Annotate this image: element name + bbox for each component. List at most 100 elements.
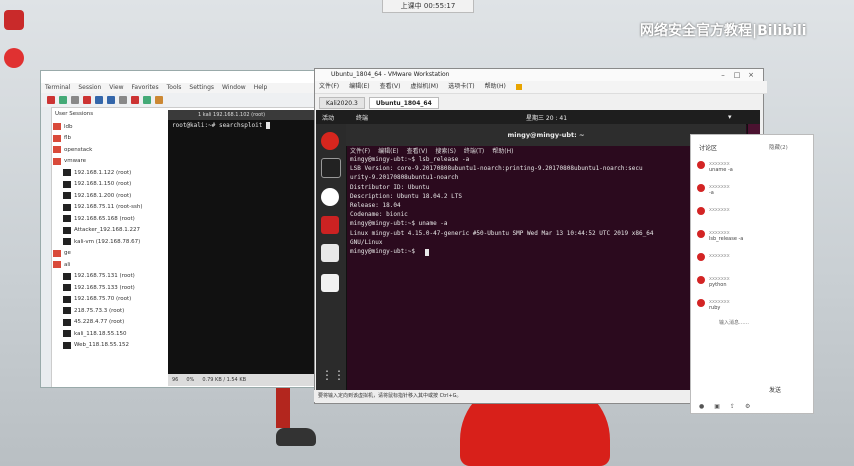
menu-item[interactable]: Tools (167, 83, 182, 93)
chat-message: xxxxxxx uname -a (697, 161, 733, 173)
open-icon[interactable] (59, 96, 67, 104)
desktop-app-icon[interactable] (4, 10, 24, 30)
send-button[interactable]: 发送 (769, 385, 781, 394)
menu-item[interactable]: Favorites (132, 83, 159, 93)
tree-session[interactable]: 218.75.73.3 (root) (53, 305, 171, 317)
desktop-app-icon-2[interactable] (4, 48, 24, 68)
menu-item[interactable]: 文件(F) (319, 81, 339, 93)
avatar[interactable] (697, 184, 705, 192)
settings-icon[interactable]: ⚙ (745, 403, 750, 410)
status-item: 0.79 KB / 1.54 KB (202, 377, 247, 383)
new-session-icon[interactable] (47, 96, 55, 104)
menu-item[interactable]: 帮助(H) (485, 81, 506, 93)
chrome-icon[interactable] (321, 188, 339, 206)
copy-icon[interactable] (95, 96, 103, 104)
tree-session[interactable]: 192.168.1.200 (root) (53, 190, 171, 202)
tab-kali[interactable]: Kali2020.3 (319, 97, 365, 109)
show-applications-icon[interactable]: ⋮⋮ (321, 368, 345, 386)
tab-ubuntu[interactable]: Ubuntu_1804_64 (368, 97, 439, 109)
video-icon[interactable]: ▣ (714, 403, 720, 410)
chat-message: xxxxxxx ruby (697, 299, 730, 311)
menu-item[interactable]: 帮助(H) (492, 146, 513, 155)
chat-message-body: xxxxxxx (709, 253, 730, 259)
tree-folder[interactable]: ali (53, 259, 171, 271)
menu-item[interactable]: 搜索(S) (435, 146, 456, 155)
xshell-side-tabs[interactable] (41, 107, 52, 387)
menu-item[interactable]: 选项卡(T) (448, 81, 474, 93)
share-icon[interactable]: ⇪ (730, 403, 735, 410)
properties-icon[interactable] (83, 96, 91, 104)
tree-session[interactable]: kali_118.18.55.150 (53, 328, 171, 340)
tree-label: 45.228.4.77 (root) (74, 319, 125, 326)
tree-label: 218.75.73.3 (root) (74, 307, 125, 314)
lock-icon[interactable] (155, 96, 163, 104)
chat-hide-button[interactable]: 隐藏(2) (769, 143, 788, 151)
menu-item[interactable]: 虚拟机(M) (410, 81, 438, 93)
tree-session[interactable]: 192.168.1.150 (root) (53, 179, 171, 191)
menu-item[interactable]: 文件(F) (350, 146, 370, 155)
avatar[interactable] (697, 276, 705, 284)
menu-item[interactable]: Help (254, 83, 268, 93)
tree-folder[interactable]: openstack (53, 144, 171, 156)
tree-label: 192.168.75.133 (root) (74, 284, 135, 291)
print-icon[interactable] (131, 96, 139, 104)
system-tray-icon[interactable]: ▾ (728, 113, 732, 121)
tree-session[interactable]: 192.168.75.70 (root) (53, 294, 171, 306)
xshell-terminal[interactable] (168, 110, 316, 386)
app-icon-red[interactable] (321, 132, 339, 150)
transfer-icon[interactable] (143, 96, 151, 104)
tree-session[interactable]: 192.168.1.122 (root) (53, 167, 171, 179)
avatar[interactable] (697, 207, 705, 215)
menu-item[interactable]: View (109, 83, 123, 93)
mic-icon[interactable]: ● (699, 403, 704, 410)
menu-item[interactable]: Terminal (45, 83, 70, 93)
terminal-icon[interactable] (321, 158, 341, 178)
menu-item[interactable]: Window (222, 83, 246, 93)
close-icon[interactable]: × (747, 71, 755, 79)
terminal-tab[interactable]: 1 kali 192.168.1.102 (root) (168, 110, 316, 120)
menu-item[interactable]: 查看(V) (380, 81, 401, 93)
tree-folder[interactable]: ge (53, 248, 171, 260)
tree-folder[interactable]: ldb (53, 121, 171, 133)
tree-session[interactable]: 192.168.75.131 (root) (53, 271, 171, 283)
find-icon[interactable] (119, 96, 127, 104)
tree-session[interactable]: 192.168.75.11 (root-ssh) (53, 202, 171, 214)
tree-folder[interactable]: vmware (53, 156, 171, 168)
clock[interactable]: 星期三 20 : 41 (526, 113, 567, 122)
chat-sender: xxxxxxx (709, 253, 730, 259)
ubuntu-terminal-window[interactable] (346, 124, 748, 392)
avatar[interactable] (697, 299, 705, 307)
disconnect-icon[interactable] (71, 96, 79, 104)
tree-session[interactable]: 192.168.75.133 (root) (53, 282, 171, 294)
tree-session[interactable]: 45.228.4.77 (root) (53, 317, 171, 329)
tree-label: 192.168.65.168 (root) (74, 215, 135, 222)
avatar[interactable] (697, 230, 705, 238)
tree-label: ldb (64, 123, 73, 130)
chat-input[interactable]: 输入消息…… (719, 319, 749, 326)
avatar[interactable] (697, 161, 705, 169)
tree-session[interactable]: Web_118.18.55.152 (53, 340, 171, 352)
avatar[interactable] (697, 253, 705, 261)
tree-session[interactable]: 192.168.65.168 (root) (53, 213, 171, 225)
folder-icon (53, 249, 61, 257)
menu-item[interactable]: 查看(V) (407, 146, 428, 155)
minimize-icon[interactable]: – (719, 71, 727, 79)
tree-session[interactable]: kali-vm (192.168.78.67) (53, 236, 171, 248)
app-menu[interactable]: 终端 (356, 113, 368, 122)
maximize-icon[interactable]: □ (733, 71, 741, 79)
tree-session[interactable]: Attacker_192.168.1.227 (53, 225, 171, 237)
files-icon[interactable] (321, 274, 339, 292)
activities-button[interactable]: 活动 (322, 113, 334, 122)
paste-icon[interactable] (107, 96, 115, 104)
menu-item[interactable]: 终端(T) (464, 146, 484, 155)
app-icon-red-2[interactable] (321, 216, 339, 234)
menu-item[interactable]: Settings (189, 83, 214, 93)
pause-icon[interactable] (515, 84, 522, 90)
menu-item[interactable]: 编辑(E) (349, 81, 369, 93)
menu-item[interactable]: Session (78, 83, 101, 93)
tree-label: kali_118.18.55.150 (74, 330, 127, 337)
tree-folder[interactable]: flb (53, 133, 171, 145)
menu-item[interactable]: 编辑(E) (378, 146, 398, 155)
chat-message-body: xxxxxxx ruby (709, 299, 730, 311)
text-editor-icon[interactable] (321, 244, 339, 262)
